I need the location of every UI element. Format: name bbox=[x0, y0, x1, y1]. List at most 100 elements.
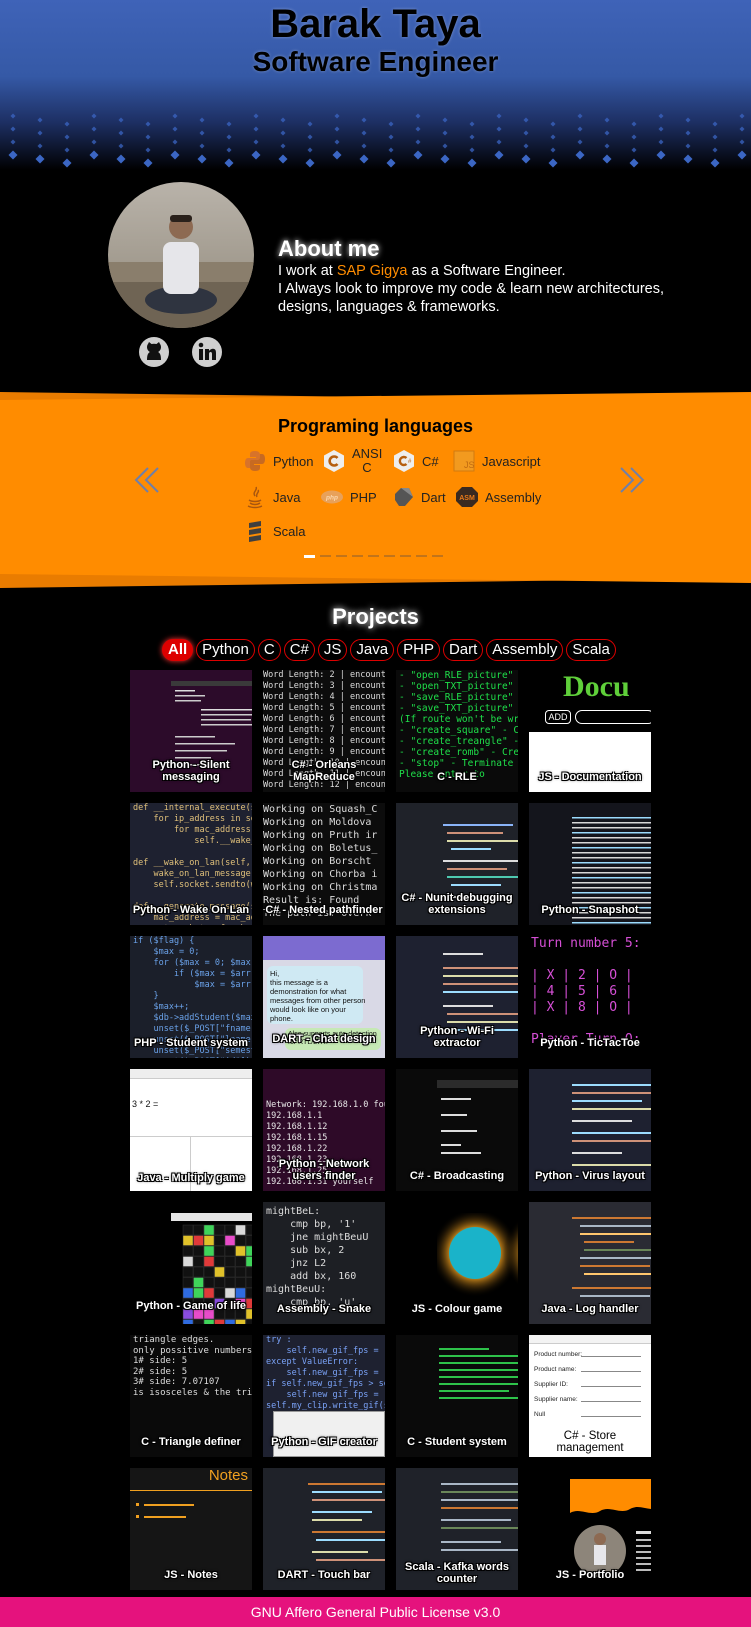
project-card-csharp-broadcasting[interactable]: C# - Broadcasting bbox=[396, 1069, 518, 1191]
diamond-mark bbox=[683, 154, 693, 164]
project-card-scala-kafka-words-counter[interactable]: Scala - Kafka words counter bbox=[396, 1468, 518, 1590]
project-card-caption: Python - GIF creator bbox=[271, 1436, 377, 1448]
project-card-caption: DART - Touch bar bbox=[277, 1569, 371, 1581]
diamond-mark bbox=[496, 126, 502, 132]
project-card-caption: C# - Orleans MapReduce bbox=[291, 759, 357, 783]
filter-chip-dart[interactable]: Dart bbox=[442, 639, 484, 661]
about-text: I work at SAP Gigya as a Software Engine… bbox=[278, 262, 698, 316]
project-card-c-student-system[interactable]: C - Student system bbox=[396, 1335, 518, 1457]
carousel-dot[interactable] bbox=[432, 555, 443, 557]
diamond-mark bbox=[494, 150, 504, 160]
project-card-python-silent-messaging[interactable]: Python - Silent messaging bbox=[130, 670, 252, 792]
store-field-label: Product number: bbox=[534, 1351, 583, 1358]
project-card-python-snapshot[interactable]: Python - Snapshot bbox=[529, 803, 651, 925]
github-icon[interactable] bbox=[137, 335, 171, 369]
filter-chip-java[interactable]: Java bbox=[350, 639, 395, 661]
carousel-next-button[interactable] bbox=[617, 460, 647, 500]
diamond-mark bbox=[386, 158, 396, 168]
project-card-js-notes[interactable]: Notes JS - Notes bbox=[130, 1468, 252, 1590]
diamond-mark bbox=[359, 154, 369, 164]
filter-chip-assembly[interactable]: Assembly bbox=[486, 639, 564, 661]
project-card-python-wifi-extractor[interactable]: Python - Wi-Fi extractor bbox=[396, 936, 518, 1058]
life-cell bbox=[203, 1287, 215, 1299]
about-line2: I Always look to improve my code & learn… bbox=[278, 281, 665, 315]
project-card-java-log-handler[interactable]: Java - Log handler bbox=[529, 1202, 651, 1324]
store-field-input bbox=[581, 1409, 641, 1417]
project-card-python-network-users-finder[interactable]: Network: 192.168.1.0 fou 192.168.1.1 192… bbox=[263, 1069, 385, 1191]
diamond-mark bbox=[91, 113, 97, 119]
diamond-mark bbox=[145, 147, 151, 153]
project-card-caption: Python - TicTacToe bbox=[540, 1037, 640, 1049]
project-card-php-student-system[interactable]: if ($flag) { $max = 0; for ($max = 0; $m… bbox=[130, 936, 252, 1058]
code-line bbox=[571, 827, 651, 829]
project-card-assembly-snake[interactable]: mightBeL: cmp bp, '1' jne mightBeuU sub … bbox=[263, 1202, 385, 1324]
filter-chip-scala[interactable]: Scala bbox=[566, 639, 616, 661]
carousel-dot[interactable] bbox=[352, 555, 363, 557]
diamond-mark bbox=[602, 154, 612, 164]
life-cell bbox=[235, 1224, 246, 1236]
project-card-csharp-orleans-mapreduce[interactable]: Word Length: 2 | encountered Word Length… bbox=[263, 670, 385, 792]
diamond-mark bbox=[523, 143, 529, 149]
company-link[interactable]: SAP Gigya bbox=[337, 263, 408, 279]
project-card-python-tictactoe[interactable]: Turn number 5: | X | 2 | O | | 4 | 5 | 6… bbox=[529, 936, 651, 1058]
diamond-mark bbox=[712, 121, 718, 127]
filter-chip-php[interactable]: PHP bbox=[397, 639, 440, 661]
project-card-caption: Scala - Kafka words counter bbox=[405, 1561, 509, 1585]
filter-chip-c[interactable]: C bbox=[257, 639, 281, 661]
code-line bbox=[571, 837, 651, 839]
carousel-dot[interactable] bbox=[384, 555, 395, 557]
store-window-menubar bbox=[529, 1335, 651, 1344]
project-card-python-virus-layout[interactable]: Python - Virus layout bbox=[529, 1069, 651, 1191]
life-cell bbox=[235, 1256, 246, 1267]
carousel-prev-button[interactable] bbox=[132, 460, 162, 500]
project-card-csharp-nested-pathfinder[interactable]: Working on Squash_C Working on Moldova W… bbox=[263, 803, 385, 925]
project-card-csharp-store-management[interactable]: Product number: Product name: Supplier ID:… bbox=[529, 1335, 651, 1457]
life-cell bbox=[214, 1319, 225, 1324]
project-card-c-rle[interactable]: - "open_RLE_picture" - "open_TXT_picture… bbox=[396, 670, 518, 792]
life-cell bbox=[235, 1319, 246, 1324]
carousel-dot[interactable] bbox=[336, 555, 347, 557]
filter-chip-python[interactable]: Python bbox=[196, 639, 255, 661]
project-card-js-documentation[interactable]: Docu ADD JS - Documentation bbox=[529, 670, 651, 792]
diamond-mark bbox=[145, 134, 151, 140]
language-php: php PHP bbox=[320, 484, 377, 510]
diamond-mark bbox=[332, 150, 342, 160]
license-footer[interactable]: GNU Affero General Public License v3.0 bbox=[0, 1597, 751, 1627]
carousel-dot[interactable] bbox=[400, 555, 411, 557]
project-card-dart-chat-design[interactable]: Hi, this message is a demonstration for … bbox=[263, 936, 385, 1058]
filter-chip-csharp[interactable]: C# bbox=[283, 639, 315, 661]
about-title: About me bbox=[278, 236, 380, 261]
project-card-python-game-of-life[interactable]: Python - Game of life bbox=[130, 1202, 252, 1324]
project-card-js-portfolio[interactable]: Software JS - Portfolio bbox=[529, 1468, 651, 1590]
carousel-dot[interactable] bbox=[320, 555, 331, 557]
life-cell bbox=[182, 1266, 194, 1278]
filter-chip-js[interactable]: JS bbox=[317, 639, 348, 661]
header-banner: Barak Taya Software Engineer bbox=[0, 0, 751, 170]
linkedin-icon[interactable] bbox=[190, 335, 224, 369]
carousel-dot[interactable] bbox=[416, 555, 427, 557]
carousel-dot[interactable] bbox=[368, 555, 379, 557]
project-card-python-wake-on-lan[interactable]: def __internal_execute(self) for ip_addr… bbox=[130, 803, 252, 925]
life-cell bbox=[193, 1266, 204, 1278]
diamond-mark bbox=[604, 143, 610, 149]
project-card-caption: JS - Portfolio bbox=[555, 1569, 625, 1581]
life-cell bbox=[214, 1245, 225, 1257]
project-card-c-triangle-definer[interactable]: triangle edges. only possitive numbers 1… bbox=[130, 1335, 252, 1457]
diamond-mark bbox=[280, 130, 286, 136]
project-card-caption: Python - Network users finder bbox=[278, 1158, 370, 1182]
diamond-mark bbox=[280, 117, 286, 123]
project-card-python-gif-creator[interactable]: try : self.new_gif_fps = except ValueErr… bbox=[263, 1335, 385, 1457]
project-card-js-colour-game[interactable]: JS - Colour game bbox=[396, 1202, 518, 1324]
carousel-dot[interactable] bbox=[304, 555, 315, 558]
diamond-mark bbox=[577, 139, 583, 145]
project-card-csharp-nunit[interactable]: C# - Nunit debugging extensions bbox=[396, 803, 518, 925]
diamond-mark bbox=[10, 139, 16, 145]
diamond-mark bbox=[253, 139, 259, 145]
diamond-mark bbox=[361, 143, 367, 149]
project-card-dart-touch-bar[interactable]: DART - Touch bar bbox=[263, 1468, 385, 1590]
filter-chip-all[interactable]: All bbox=[162, 639, 194, 661]
language-dart: Dart bbox=[391, 484, 446, 510]
diamond-mark bbox=[685, 117, 691, 123]
project-card-java-multiply-game[interactable]: 3 * 2 = Java - Multiply game bbox=[130, 1069, 252, 1191]
life-cell bbox=[214, 1266, 225, 1278]
